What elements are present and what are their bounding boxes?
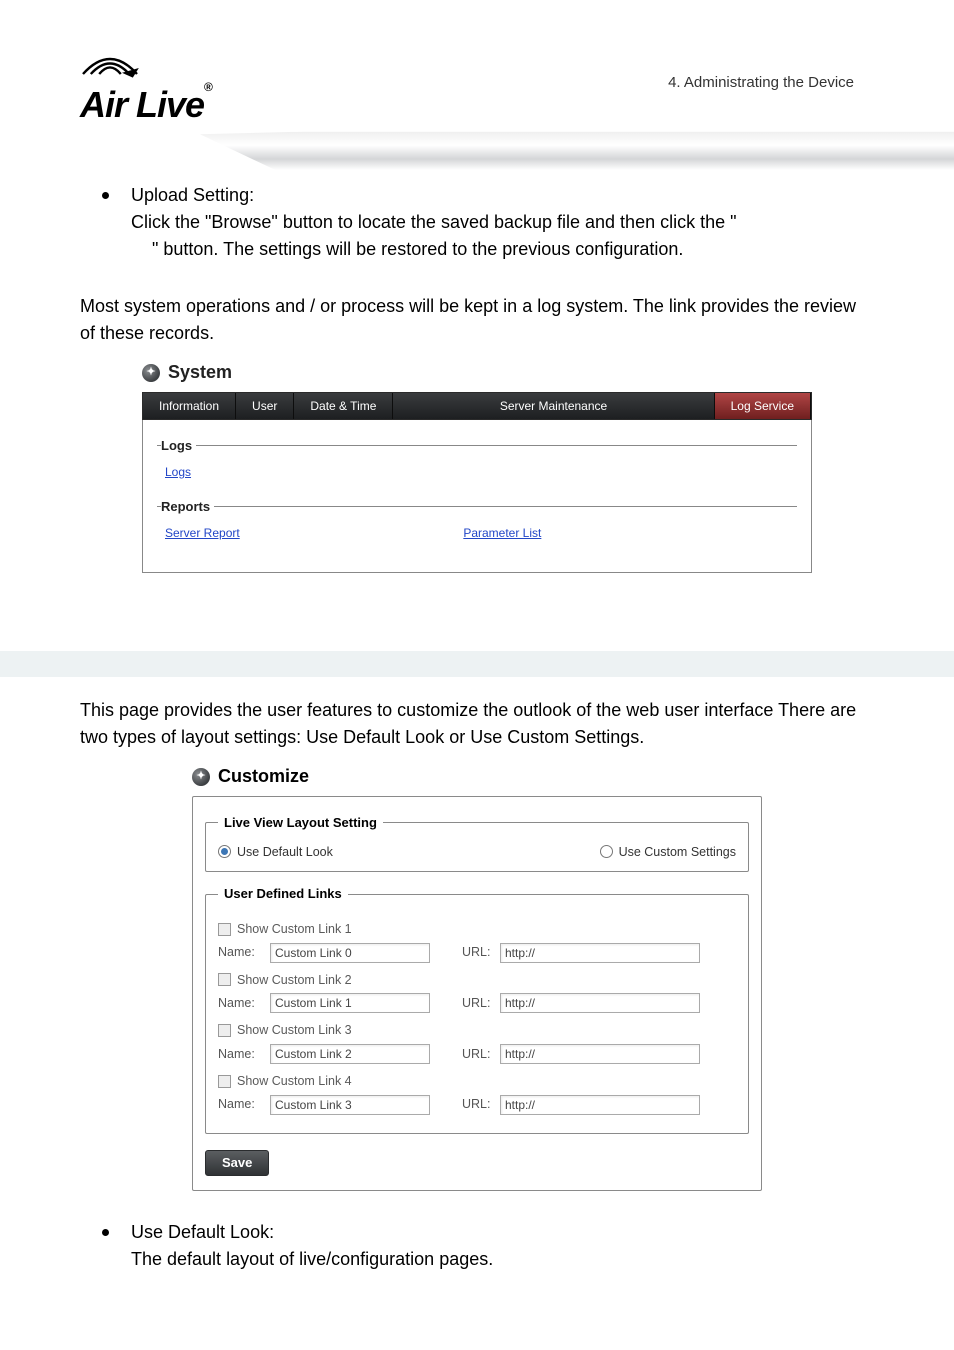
upload-setting-line1: Click the "Browse" button to locate the … [131,209,874,236]
name-label: Name: [218,994,262,1013]
radio-selected-icon [218,845,231,858]
customize-panel: ✦ Customize Live View Layout Setting Use… [192,763,762,1191]
checkbox-icon [218,923,231,936]
brand-name: Air Live [80,84,204,125]
show-custom-link-3-label: Show Custom Link 3 [237,1021,352,1040]
system-tabs: Information User Date & Time Server Main… [142,392,812,420]
use-default-look-text: The default layout of live/configuration… [131,1246,874,1273]
url-label: URL: [462,1045,492,1064]
custom-link-4-url-input[interactable] [500,1095,700,1115]
custom-link-1-name-input[interactable] [270,943,430,963]
tab-server-maintenance[interactable]: Server Maintenance [393,393,714,419]
user-defined-links-fieldset: User Defined Links Show Custom Link 1 Na… [205,884,749,1134]
logs-link[interactable]: Logs [165,465,191,479]
bullet-icon [102,1229,109,1236]
user-defined-links-legend: User Defined Links [218,884,348,904]
custom-link-3-name-input[interactable] [270,1044,430,1064]
customize-panel-title: Customize [218,763,309,790]
breadcrumb: 4. Administrating the Device [668,72,854,95]
show-custom-link-4-row[interactable]: Show Custom Link 4 [218,1072,736,1091]
reports-legend: Reports [161,497,214,517]
radio-unselected-icon [600,845,613,858]
show-custom-link-4-label: Show Custom Link 4 [237,1072,352,1091]
tab-information[interactable]: Information [143,393,236,419]
brand-logo: Air Live® [80,50,212,132]
url-label: URL: [462,1095,492,1114]
use-default-look-heading: Use Default Look: [131,1219,874,1246]
checkbox-icon [218,973,231,986]
name-label: Name: [218,1045,262,1064]
name-label: Name: [218,1095,262,1114]
wifi-arcs-icon [80,50,140,80]
radio-use-default-label: Use Default Look [237,843,333,862]
customize-paragraph: This page provides the user features to … [80,697,874,751]
server-report-link[interactable]: Server Report [165,526,240,540]
upload-setting-line2: " button. The settings will be restored … [152,236,874,263]
section-divider-band [0,651,954,677]
url-label: URL: [462,943,492,962]
system-panel-title: System [168,359,232,386]
name-label: Name: [218,943,262,962]
system-panel: ✦ System Information User Date & Time Se… [142,359,812,573]
radio-use-default-look[interactable]: Use Default Look [218,843,333,862]
tab-user[interactable]: User [236,393,294,419]
tab-date-time[interactable]: Date & Time [294,393,393,419]
show-custom-link-2-label: Show Custom Link 2 [237,971,352,990]
url-label: URL: [462,994,492,1013]
reports-fieldset: Reports Server Report Parameter List [157,497,797,546]
save-button[interactable]: Save [205,1150,269,1176]
custom-link-1-url-input[interactable] [500,943,700,963]
logs-legend: Logs [161,436,196,456]
radio-use-custom-settings[interactable]: Use Custom Settings [600,843,736,862]
log-system-paragraph: Most system operations and / or process … [80,293,874,347]
show-custom-link-1-row[interactable]: Show Custom Link 1 [218,920,736,939]
show-custom-link-1-label: Show Custom Link 1 [237,920,352,939]
logs-fieldset: Logs Logs [157,436,797,485]
parameter-list-link[interactable]: Parameter List [463,526,541,540]
checkbox-icon [218,1075,231,1088]
custom-link-4-name-input[interactable] [270,1095,430,1115]
radio-use-custom-label: Use Custom Settings [619,843,736,862]
upload-setting-heading: Upload Setting: [131,182,874,209]
custom-link-2-url-input[interactable] [500,993,700,1013]
bullet-icon [102,192,109,199]
live-view-layout-legend: Live View Layout Setting [218,813,383,833]
custom-link-3-url-input[interactable] [500,1044,700,1064]
customize-title-icon: ✦ [192,768,210,786]
show-custom-link-2-row[interactable]: Show Custom Link 2 [218,971,736,990]
registered-symbol: ® [204,80,212,94]
tab-log-service[interactable]: Log Service [715,393,811,419]
checkbox-icon [218,1024,231,1037]
live-view-layout-fieldset: Live View Layout Setting Use Default Loo… [205,813,749,872]
system-title-icon: ✦ [142,364,160,382]
show-custom-link-3-row[interactable]: Show Custom Link 3 [218,1021,736,1040]
custom-link-2-name-input[interactable] [270,993,430,1013]
